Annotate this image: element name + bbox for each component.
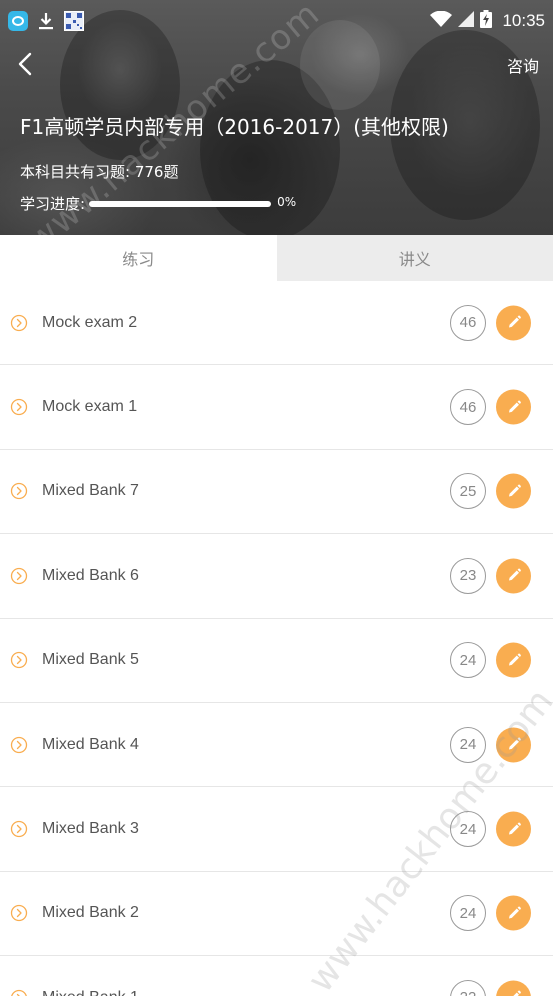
pencil-icon [508,822,521,835]
list-item[interactable]: Mixed Bank 3 24 [0,787,553,872]
edit-button[interactable] [496,558,531,594]
list-item[interactable]: Mixed Bank 1 22 [0,956,553,996]
question-count-badge: 46 [450,389,486,426]
list-item-label: Mixed Bank 5 [42,651,139,669]
list-item-label: Mixed Bank 6 [42,566,139,584]
question-count-badge: 24 [450,642,486,679]
question-count-badge: 46 [450,304,486,341]
status-bar: 10:35 [0,0,553,42]
chevron-circle-icon [10,736,28,753]
progress-label: 学习进度: [20,195,86,213]
list-item-label: Mixed Bank 2 [42,904,139,922]
tab-practice[interactable]: 练习 [0,235,277,281]
course-header: www.hackhome.com 10:35 咨询 F1高顿学员内部专用（201… [0,0,553,235]
chevron-circle-icon [10,652,28,669]
pencil-icon [508,400,521,413]
edit-button[interactable] [496,473,531,509]
question-count-badge: 24 [450,811,486,848]
chevron-circle-icon [10,820,28,838]
list-item[interactable]: Mock exam 1 46 [0,365,553,450]
exercise-list: Mock exam 2 46 Mock exam 1 46 Mixed Bank 7 25… [0,281,553,996]
edit-button[interactable] [496,642,531,678]
tab-notes[interactable]: 讲义 [276,235,553,281]
chevron-circle-icon [10,398,28,416]
chevron-circle-icon [10,314,28,331]
pencil-icon [508,484,521,497]
question-count: 本科目共有习题: 776题 [20,163,179,181]
list-item-label: Mixed Bank 4 [42,735,139,753]
app-icon [8,11,28,31]
pencil-icon [513,990,521,996]
chevron-left-icon [18,52,32,76]
download-icon [38,12,54,30]
pencil-icon [508,906,521,919]
question-count-badge: 22 [450,979,486,996]
pencil-icon [508,568,521,581]
back-button[interactable] [12,50,38,78]
edit-button[interactable] [496,727,531,763]
page-title: F1高顿学员内部专用（2016-2017）(其他权限) [20,115,449,139]
wifi-icon [430,10,453,31]
progress-percent: 0% [277,194,297,209]
pencil-icon [508,315,521,328]
chevron-circle-icon [10,483,28,500]
list-item[interactable]: Mixed Bank 7 25 [0,449,553,535]
question-count-badge: 23 [450,557,486,594]
list-item[interactable]: Mixed Bank 5 24 [0,618,553,703]
list-item[interactable]: Mixed Bank 2 24 [0,871,553,957]
progress-row: 学习进度: 0% [20,193,296,214]
question-count-badge: 25 [450,473,486,510]
qr-icon [64,11,84,31]
edit-button[interactable] [496,895,531,931]
clock: 10:35 [502,11,545,30]
list-item-label: Mixed Bank 1 [42,989,139,996]
edit-button[interactable] [496,389,531,425]
list-item[interactable]: Mixed Bank 6 23 [0,534,553,619]
list-item[interactable]: Mock exam 2 46 [0,281,553,366]
chevron-circle-icon [10,905,28,922]
edit-button[interactable] [496,980,531,996]
list-item-label: Mixed Bank 7 [42,482,139,500]
consult-button[interactable]: 咨询 [507,53,539,77]
question-count-badge: 24 [450,895,486,932]
tab-bar: 练习 讲义 [0,235,553,281]
edit-button[interactable] [496,811,531,847]
list-item[interactable]: Mixed Bank 4 24 [0,702,553,788]
question-count-badge: 24 [450,726,486,763]
battery-icon [480,10,493,32]
chevron-circle-icon [11,989,27,996]
pencil-icon [508,737,521,750]
list-item-label: Mock exam 1 [42,398,138,416]
pencil-icon [508,653,521,666]
list-item-label: Mock exam 2 [42,313,138,331]
edit-button[interactable] [496,305,531,341]
progress-bar [89,200,272,207]
signal-icon [458,11,475,31]
list-item-label: Mixed Bank 3 [42,820,139,838]
chevron-circle-icon [10,567,28,585]
